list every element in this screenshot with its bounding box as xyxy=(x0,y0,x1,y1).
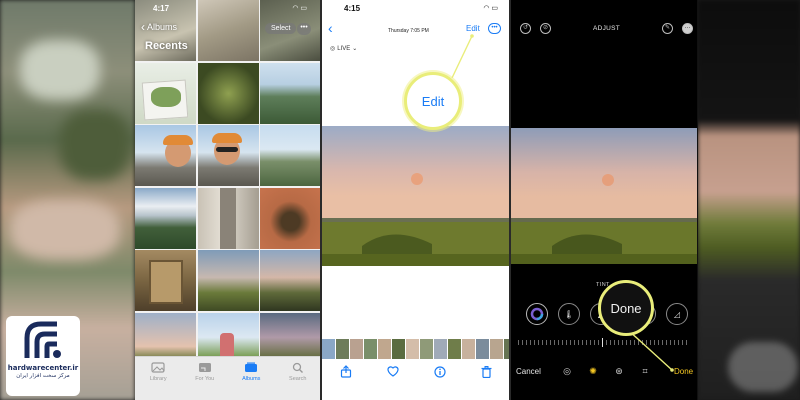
divider xyxy=(509,0,511,400)
logo-name: hardwarecenter.ir xyxy=(7,364,79,372)
divider xyxy=(697,0,698,400)
edit-zoom-callout: Edit xyxy=(404,72,462,130)
logo-subtitle: مرکز سخت افزار ایران xyxy=(16,373,70,379)
done-zoom-callout: Done xyxy=(598,280,654,336)
hardwarecenter-logo: hardwarecenter.ir مرکز سخت افزار ایران xyxy=(6,316,80,396)
logo-mark-icon xyxy=(24,321,61,358)
composite-tutorial-image: 4:17 ◠ ▭ ‹ Albums Select ••• Recents Lib… xyxy=(0,0,800,400)
callout-leader-lines xyxy=(451,34,674,372)
